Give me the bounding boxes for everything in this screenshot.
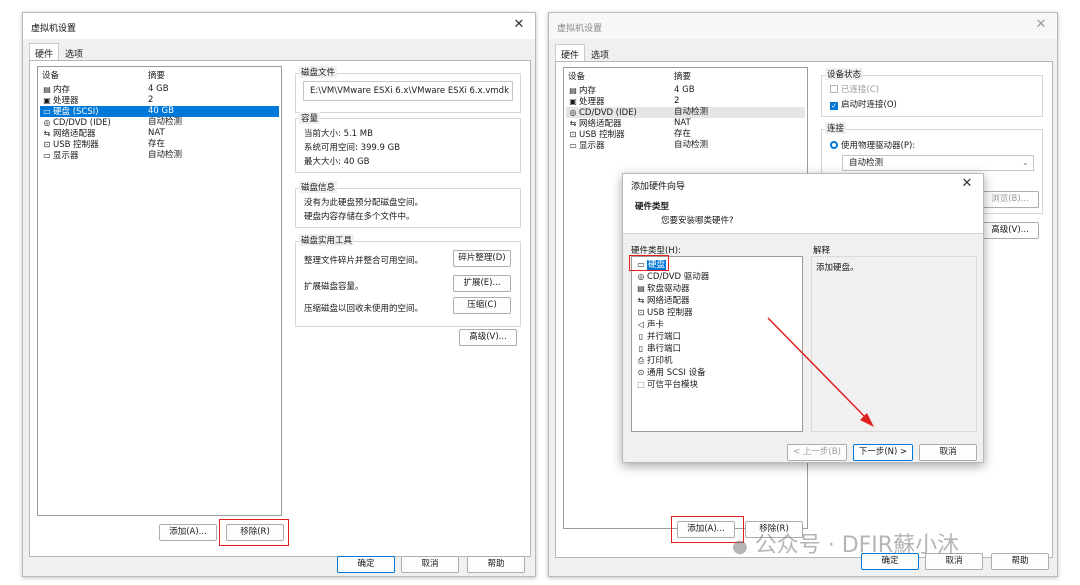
arrow-head bbox=[860, 413, 874, 427]
watermark: ● 公众号 · DFIR蘇小沐 bbox=[732, 527, 959, 559]
watermark-text: 公众号 · DFIR蘇小沐 bbox=[754, 533, 960, 558]
arrow-line bbox=[767, 317, 869, 421]
annotation-arrow bbox=[767, 317, 874, 427]
wechat-icon: ● bbox=[732, 536, 748, 557]
